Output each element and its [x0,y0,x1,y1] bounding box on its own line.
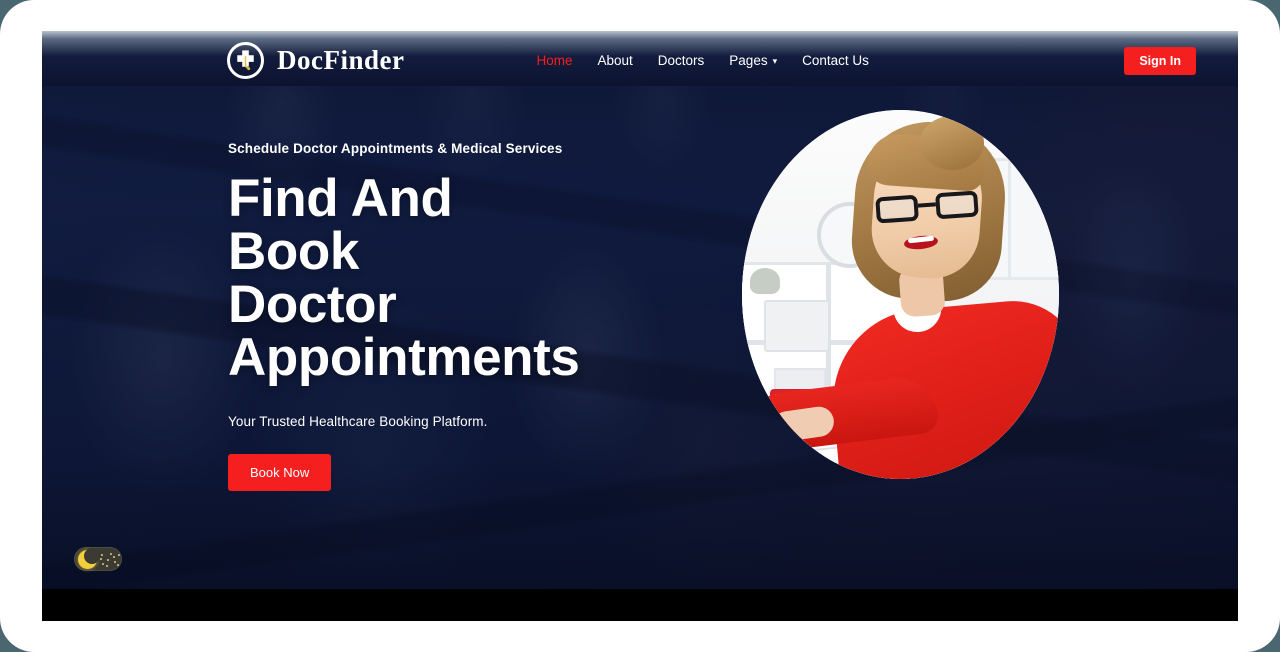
nav-item-doctors-label: Doctors [657,53,705,68]
hero-eyebrow: Schedule Doctor Appointments & Medical S… [228,141,563,156]
crescent-moon-icon [78,547,100,569]
nav-item-home[interactable]: Home [536,53,572,68]
nav-item-about-label: About [597,53,633,68]
brand-name: DocFinder [277,45,405,75]
nav-item-doctors[interactable]: Doctors [658,53,705,68]
page-viewport: DocFinder Home About Doctors Pages ▾ Con… [42,31,1238,621]
sign-in-button[interactable]: Sign In [1124,46,1196,75]
dark-mode-toggle[interactable] [74,547,122,571]
brand-logo[interactable]: DocFinder [227,42,404,79]
main-navigation: Home About Doctors Pages ▾ Contact Us [536,53,868,68]
nav-item-contact-us[interactable]: Contact Us [802,53,869,68]
stars-decoration [97,548,121,570]
page-bottom-bar [42,589,1238,621]
browser-frame: DocFinder Home About Doctors Pages ▾ Con… [0,0,1280,652]
chevron-down-icon: ▾ [772,56,778,66]
hero-title: Find And Book Doctor Appointments [228,169,580,387]
book-now-button[interactable]: Book Now [228,454,332,491]
doctor-portrait-image [742,110,1059,479]
hero-content: Schedule Doctor Appointments & Medical S… [228,141,748,491]
site-header: DocFinder Home About Doctors Pages ▾ Con… [42,31,1238,86]
nav-item-pages[interactable]: Pages ▾ [729,53,777,68]
nav-item-home-label: Home [536,53,573,68]
nav-item-pages-label: Pages [729,53,768,68]
nav-item-contact-us-label: Contact Us [802,53,869,68]
medical-cross-stethoscope-icon [227,42,264,79]
hero-subtitle: Your Trusted Healthcare Booking Platform… [228,414,488,429]
nav-item-about[interactable]: About [598,53,633,68]
